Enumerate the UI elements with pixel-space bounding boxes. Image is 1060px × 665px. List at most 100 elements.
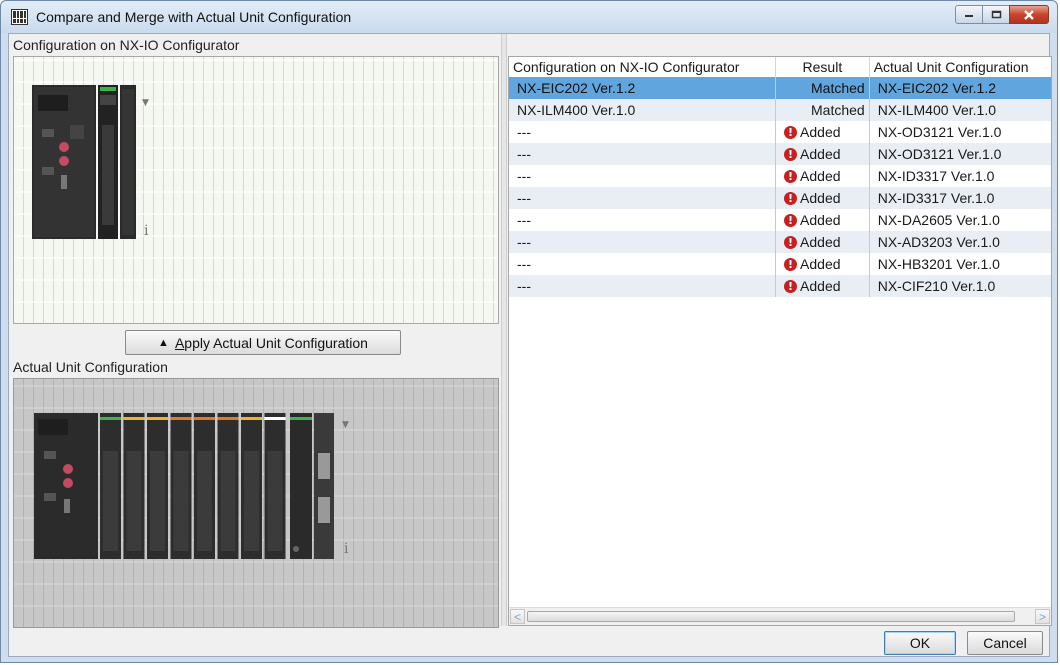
- cell-configuration: ---: [509, 275, 777, 297]
- dropdown-arrow-icon: ▼: [142, 98, 149, 108]
- cell-actual: NX-OD3121 Ver.1.0: [877, 124, 1002, 140]
- cancel-button[interactable]: Cancel: [967, 631, 1043, 655]
- cell-configuration: NX-ILM400 Ver.1.0: [509, 99, 777, 121]
- actual-unit-section-label: Actual Unit Configuration: [13, 359, 168, 375]
- cell-result: ! Added: [776, 165, 870, 187]
- cell-actual: NX-AD3203 Ver.1.0: [877, 234, 1000, 250]
- close-icon: [1024, 9, 1034, 20]
- table-row[interactable]: ---! Added NX-ID3317 Ver.1.0: [509, 187, 1051, 209]
- cell-configuration: ---: [509, 231, 777, 253]
- panel-splitter[interactable]: [501, 34, 507, 626]
- column-header-configuration[interactable]: Configuration on NX-IO Configurator: [509, 57, 777, 77]
- cell-actual: NX-DA2605 Ver.1.0: [877, 212, 1000, 228]
- scroll-right-icon[interactable]: >: [1035, 609, 1050, 624]
- result-text: Added: [800, 212, 841, 228]
- table-row[interactable]: ---! Added NX-CIF210 Ver.1.0: [509, 275, 1051, 297]
- window-title: Compare and Merge with Actual Unit Confi…: [36, 9, 352, 25]
- comparison-table[interactable]: Configuration on NX-IO Configurator Resu…: [508, 56, 1052, 626]
- io-slice-unit[interactable]: [123, 413, 145, 559]
- result-text: Matched: [811, 80, 865, 96]
- result-text: Added: [800, 256, 841, 272]
- cell-result: ! Added: [776, 209, 870, 231]
- warning-icon: !: [784, 213, 798, 227]
- dropdown-arrow-icon: ▼: [342, 420, 349, 430]
- warning-icon: !: [784, 257, 798, 271]
- cell-result: ! Added: [776, 275, 870, 297]
- cell-actual: NX-ID3317 Ver.1.0: [877, 190, 995, 206]
- io-slice-unit[interactable]: [241, 413, 262, 559]
- cell-result: ! Added: [776, 231, 870, 253]
- apply-button-label: Apply Actual Unit Configuration: [174, 334, 368, 351]
- cell-actual: NX-ILM400 Ver.1.0: [877, 102, 997, 118]
- io-slice-unit[interactable]: [194, 413, 215, 559]
- maximize-button[interactable]: [982, 5, 1010, 24]
- table-body: NX-EIC202 Ver.1.2 Matched NX-EIC202 Ver.1.…: [509, 77, 1051, 297]
- cell-result: ! Added: [776, 121, 870, 143]
- actual-unit-canvas[interactable]: i ▼: [13, 378, 499, 628]
- table-row[interactable]: ---! Added NX-HB3201 Ver.1.0: [509, 253, 1051, 275]
- dialog-window: Compare and Merge with Actual Unit Confi…: [0, 0, 1058, 663]
- table-row[interactable]: NX-EIC202 Ver.1.2 Matched NX-EIC202 Ver.1.…: [509, 77, 1051, 99]
- io-slice-unit[interactable]: [170, 413, 192, 559]
- table-row[interactable]: ---! Added NX-OD3121 Ver.1.0: [509, 143, 1051, 165]
- info-icon: i: [144, 223, 149, 239]
- column-header-actual[interactable]: Actual Unit Configuration: [870, 57, 1051, 77]
- cell-actual: NX-CIF210 Ver.1.0: [877, 278, 996, 294]
- cell-configuration: ---: [509, 165, 777, 187]
- cell-configuration: ---: [509, 121, 777, 143]
- warning-icon: !: [784, 191, 798, 205]
- info-icon: i: [344, 541, 349, 557]
- cell-actual: NX-EIC202 Ver.1.2: [877, 80, 997, 96]
- actual-unit-image[interactable]: i ▼: [34, 413, 364, 563]
- horizontal-scrollbar[interactable]: < >: [509, 607, 1051, 625]
- minimize-button[interactable]: [955, 5, 983, 24]
- warning-icon: !: [784, 169, 798, 183]
- scroll-left-icon[interactable]: <: [510, 609, 525, 624]
- warning-icon: !: [784, 147, 798, 161]
- cell-configuration: NX-EIC202 Ver.1.2: [509, 77, 777, 99]
- warning-icon: !: [784, 235, 798, 249]
- io-slice-unit[interactable]: [264, 413, 286, 559]
- title-bar[interactable]: Compare and Merge with Actual Unit Confi…: [1, 1, 1057, 33]
- table-row[interactable]: ---! Added NX-OD3121 Ver.1.0: [509, 121, 1051, 143]
- ok-button[interactable]: OK: [884, 631, 956, 655]
- configurator-section-label: Configuration on NX-IO Configurator: [13, 37, 240, 53]
- io-slice-unit[interactable]: [100, 413, 121, 559]
- result-text: Added: [800, 146, 841, 162]
- minimize-icon: [965, 14, 973, 17]
- cell-actual: NX-OD3121 Ver.1.0: [877, 146, 1002, 162]
- cell-result: ! Added: [776, 187, 870, 209]
- table-header: Configuration on NX-IO Configurator Resu…: [509, 57, 1051, 78]
- io-slice-unit[interactable]: [147, 413, 168, 559]
- cell-actual: NX-ID3317 Ver.1.0: [877, 168, 995, 184]
- io-slice-unit[interactable]: [217, 413, 239, 559]
- configurator-unit-image[interactable]: i ▼: [32, 85, 172, 245]
- maximize-icon: [991, 10, 1001, 19]
- result-text: Added: [800, 234, 841, 250]
- cell-configuration: ---: [509, 209, 777, 231]
- warning-icon: !: [784, 279, 798, 293]
- left-panel: Configuration on NX-IO Configurator i ▼ …: [9, 34, 501, 628]
- grid-app-icon: [11, 9, 28, 25]
- configurator-canvas[interactable]: i ▼: [13, 56, 499, 324]
- up-arrow-icon: ▲: [158, 336, 169, 349]
- cell-result: ! Added: [776, 143, 870, 165]
- table-row[interactable]: NX-ILM400 Ver.1.0 Matched NX-ILM400 Ver.1.…: [509, 99, 1051, 121]
- result-text: Added: [800, 168, 841, 184]
- apply-actual-unit-configuration-button[interactable]: ▲ Apply Actual Unit Configuration: [125, 330, 401, 355]
- close-button[interactable]: [1009, 5, 1049, 24]
- cell-configuration: ---: [509, 253, 777, 275]
- table-row[interactable]: ---! Added NX-AD3203 Ver.1.0: [509, 231, 1051, 253]
- result-text: Matched: [811, 102, 865, 118]
- result-text: Added: [800, 124, 841, 140]
- cell-actual: NX-HB3201 Ver.1.0: [877, 256, 1000, 272]
- table-row[interactable]: ---! Added NX-DA2605 Ver.1.0: [509, 209, 1051, 231]
- cell-configuration: ---: [509, 143, 777, 165]
- column-header-result[interactable]: Result: [776, 57, 870, 77]
- result-text: Added: [800, 278, 841, 294]
- warning-icon: !: [784, 125, 798, 139]
- table-row[interactable]: ---! Added NX-ID3317 Ver.1.0: [509, 165, 1051, 187]
- cell-result: ! Added: [776, 253, 870, 275]
- scrollbar-thumb[interactable]: [527, 611, 1015, 622]
- cell-result: Matched: [776, 99, 870, 121]
